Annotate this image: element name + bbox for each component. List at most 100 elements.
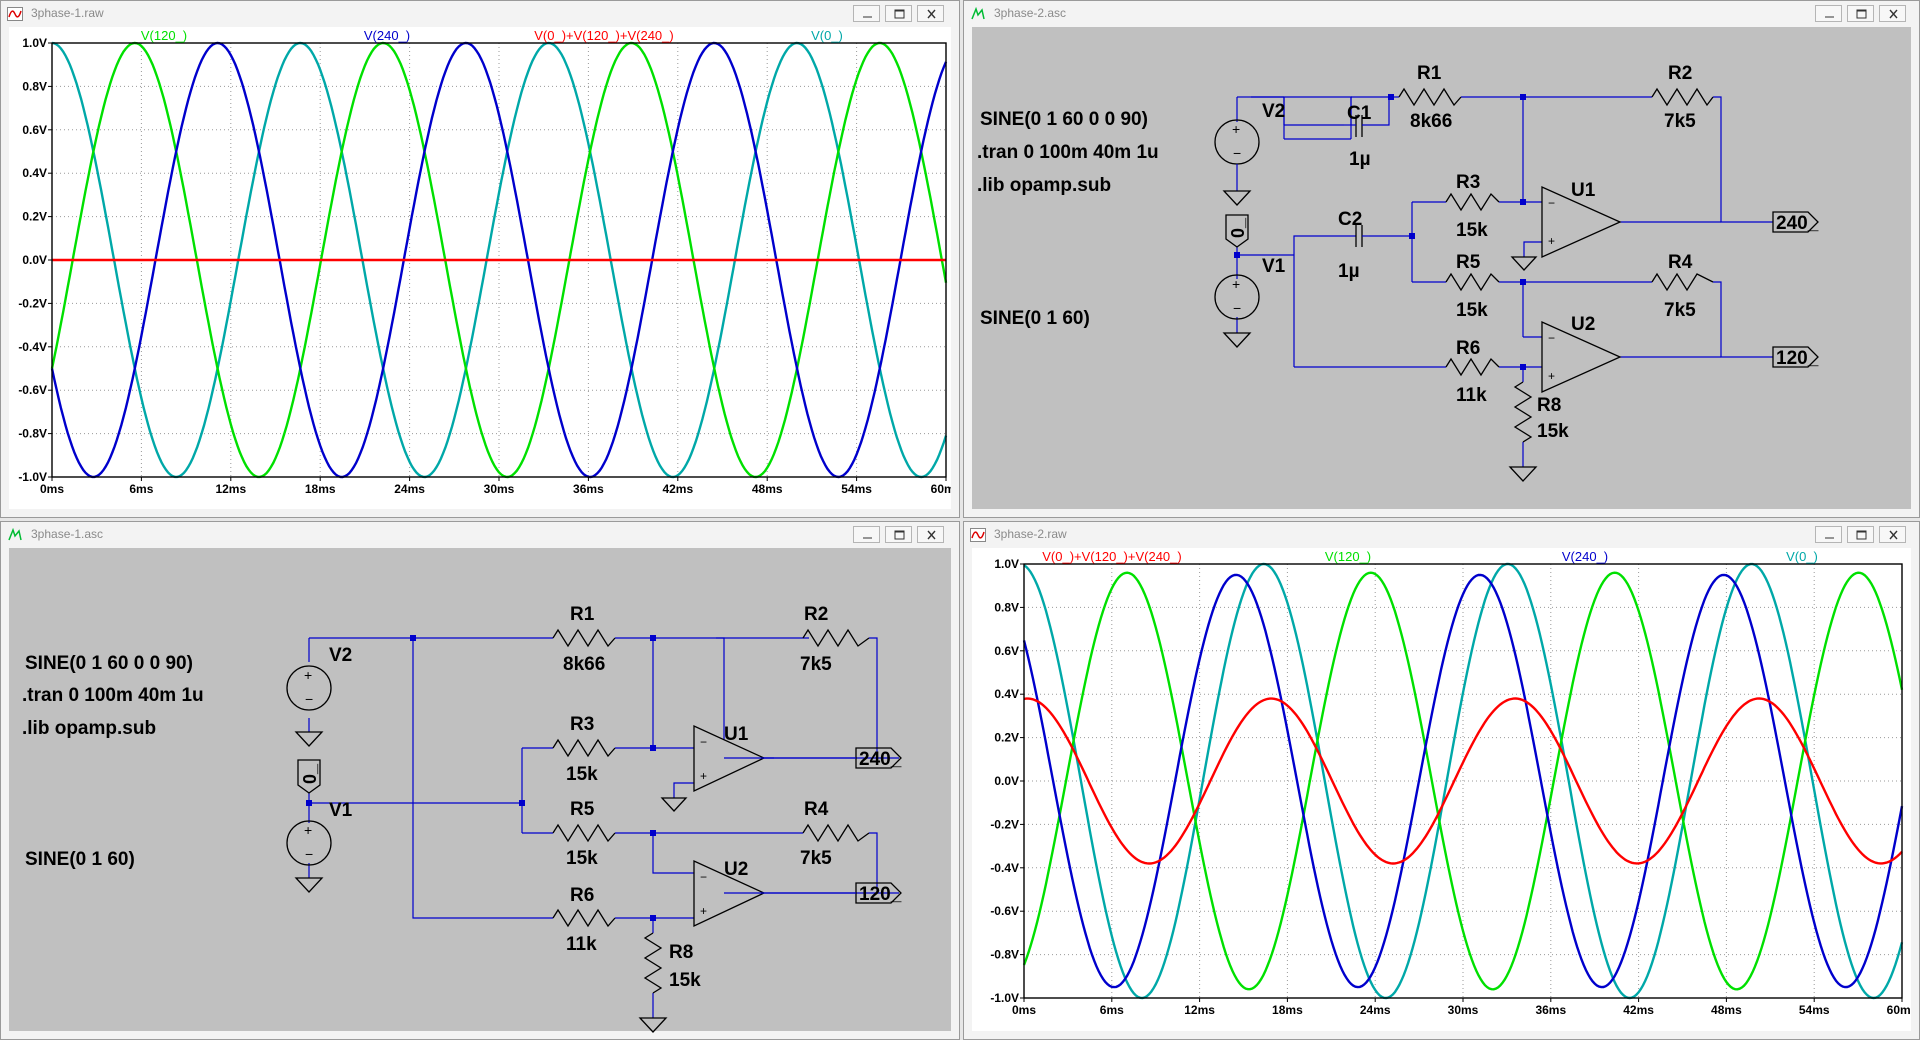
- waveform-plot[interactable]: 1.0V 0.8V 0.6V 0.4V 0.2V 0.0V -0.2V -0.4V -0.6V -…: [972, 548, 1911, 1033]
- x-tick-label: 12ms: [215, 482, 246, 496]
- y-tick-label: 0.0V: [22, 253, 47, 267]
- y-tick-label: 0.2V: [994, 731, 1019, 745]
- x-tick-label: 24ms: [394, 482, 425, 496]
- u1-label: U1: [724, 724, 749, 745]
- out-240-label: 240_: [1776, 213, 1819, 234]
- r4-value: 7k5: [1664, 300, 1696, 321]
- x-tick-label: 30ms: [1448, 1003, 1479, 1017]
- svg-text:+: +: [304, 667, 312, 683]
- close-button[interactable]: [917, 526, 944, 543]
- r3-value: 15k: [1456, 220, 1488, 241]
- r6-value: 11k: [566, 934, 597, 955]
- title-bar[interactable]: 3phase-1.raw: [1, 1, 959, 27]
- x-tick-label: 30ms: [484, 482, 515, 496]
- schematic-icon: [8, 528, 22, 541]
- maximize-button[interactable]: [1847, 5, 1874, 22]
- x-tick-label: 60ms: [1887, 1003, 1911, 1017]
- waveform-viewer[interactable]: 1.0V 0.8V 0.6V 0.4V 0.2V 0.0V -0.2V -0.4V -0.6V -…: [972, 548, 1911, 1031]
- waveform-viewer[interactable]: 1.0V 0.8V 0.6V 0.4V 0.2V 0.0V -0.2V -0.4V -0.6V -…: [9, 27, 951, 509]
- schematic-canvas[interactable]: −+ −+ +− +− SINE(0 1 60 0 0 90) .tran 0 …: [9, 548, 951, 1033]
- schematic-icon: [971, 7, 985, 20]
- waveform-icon: [7, 7, 23, 21]
- waveform-icon: [970, 528, 986, 542]
- trace-name-label[interactable]: V(240_): [364, 28, 410, 43]
- window-title: 3phase-2.asc: [994, 6, 1067, 20]
- minimize-button[interactable]: [1815, 526, 1842, 543]
- u2-label: U2: [724, 859, 748, 880]
- r1-label: R1: [570, 604, 595, 625]
- waveform-plot[interactable]: 1.0V 0.8V 0.6V 0.4V 0.2V 0.0V -0.2V -0.4V -0.6V -…: [9, 27, 951, 511]
- trace-name-label[interactable]: V(120_): [141, 28, 187, 43]
- v2-label: V2: [329, 645, 352, 666]
- v1-value-label: SINE(0 1 60): [25, 849, 135, 870]
- u1-label: U1: [1571, 180, 1596, 201]
- close-button[interactable]: [917, 5, 944, 22]
- v2-label: V2: [1262, 101, 1285, 122]
- r2-value: 7k5: [1664, 111, 1696, 132]
- y-tick-label: -0.4V: [990, 861, 1019, 875]
- r4-label: R4: [1668, 252, 1693, 273]
- title-bar[interactable]: 3phase-1.asc: [1, 522, 959, 548]
- schematic-editor[interactable]: − + − + + − + − SINE(0 1 60 0 0 90) .tra…: [9, 548, 951, 1033]
- svg-text:−: −: [1233, 300, 1241, 316]
- r5-label: R5: [1456, 252, 1481, 273]
- window-3phase-2-asc[interactable]: 3phase-2.asc − + − + + − + − SINE(0 1 60…: [963, 0, 1920, 518]
- close-button[interactable]: [1879, 526, 1906, 543]
- svg-text:+: +: [1232, 121, 1240, 137]
- title-bar[interactable]: 3phase-2.raw: [964, 522, 1919, 548]
- u2-label: U2: [1571, 314, 1595, 335]
- v2-value-label: SINE(0 1 60 0 0 90): [25, 653, 193, 674]
- schematic-editor[interactable]: − + − + + − + − SINE(0 1 60 0 0 90) .tra…: [972, 27, 1911, 509]
- minimize-button[interactable]: [853, 526, 880, 543]
- trace-name-label[interactable]: V(0_): [811, 28, 843, 43]
- window-3phase-2-raw[interactable]: 3phase-2.raw 1.0V 0.8V 0.6V 0.4V 0.2V 0.0V -0.…: [963, 521, 1920, 1040]
- svg-text:+: +: [700, 904, 707, 918]
- trace-name-label[interactable]: V(240_): [1562, 549, 1608, 564]
- window-3phase-1-raw[interactable]: 3phase-1.raw 1.0V 0.8V 0.6V 0.4V 0.2V 0.0V -0.…: [0, 0, 960, 518]
- y-tick-label: 0.8V: [994, 600, 1019, 614]
- c1-label: C1: [1347, 103, 1372, 124]
- v1-label: V1: [1262, 256, 1286, 277]
- x-tick-label: 48ms: [752, 482, 783, 496]
- x-tick-label: 12ms: [1184, 1003, 1215, 1017]
- close-button[interactable]: [1879, 5, 1906, 22]
- y-tick-label: 1.0V: [994, 557, 1019, 571]
- svg-text:−: −: [1233, 145, 1241, 161]
- y-tick-label: 0.2V: [22, 210, 47, 224]
- trace-name-label[interactable]: V(0_): [1786, 549, 1818, 564]
- out-240-label: 240_: [859, 749, 902, 770]
- svg-text:+: +: [700, 769, 707, 783]
- window-title: 3phase-1.asc: [31, 527, 104, 541]
- out-120-label: 120_: [1776, 348, 1819, 369]
- r3-label: R3: [570, 714, 594, 735]
- schematic-canvas[interactable]: −+ −+ +− +− SINE(0 1 60 0 0 90) .tran 0 …: [972, 27, 1912, 511]
- y-tick-label: 0.8V: [22, 79, 47, 93]
- r2-value: 7k5: [800, 654, 832, 675]
- minimize-button[interactable]: [1815, 5, 1842, 22]
- maximize-button[interactable]: [885, 5, 912, 22]
- y-tick-label: 0.6V: [994, 644, 1019, 658]
- y-tick-label: 0.4V: [994, 687, 1019, 701]
- trace-name-label[interactable]: V(120_): [1325, 549, 1371, 564]
- window-3phase-1-asc[interactable]: 3phase-1.asc − + − + + − + − SINE(0 1 60…: [0, 521, 960, 1040]
- title-bar[interactable]: 3phase-2.asc: [964, 1, 1919, 27]
- y-tick-label: 1.0V: [22, 36, 47, 50]
- window-title: 3phase-1.raw: [31, 6, 104, 20]
- trace-name-label[interactable]: V(0_)+V(120_)+V(240_): [534, 28, 673, 43]
- x-tick-label: 6ms: [129, 482, 153, 496]
- r1-value: 8k66: [563, 654, 605, 675]
- x-tick-label: 60ms: [931, 482, 951, 496]
- r8-label: R8: [1537, 395, 1561, 416]
- window-title: 3phase-2.raw: [994, 527, 1067, 541]
- r3-label: R3: [1456, 172, 1480, 193]
- trace-name-label[interactable]: V(0_)+V(120_)+V(240_): [1042, 549, 1181, 564]
- x-tick-label: 42ms: [662, 482, 693, 496]
- maximize-button[interactable]: [885, 526, 912, 543]
- x-tick-label: 36ms: [573, 482, 604, 496]
- maximize-button[interactable]: [1847, 526, 1874, 543]
- minimize-button[interactable]: [853, 5, 880, 22]
- x-tick-label: 6ms: [1100, 1003, 1124, 1017]
- svg-text:+: +: [1548, 234, 1555, 248]
- r2-label: R2: [1668, 63, 1692, 84]
- r1-label: R1: [1417, 63, 1442, 84]
